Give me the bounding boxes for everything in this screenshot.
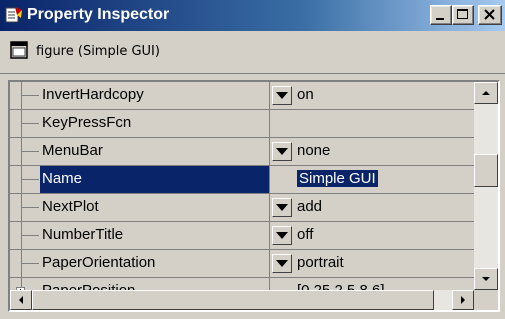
property-value-cell[interactable]: add (272, 194, 474, 221)
property-name: MenuBar (42, 142, 103, 159)
arrow-down-icon (482, 277, 490, 281)
scroll-right-button[interactable] (452, 290, 474, 310)
property-name-cell[interactable]: NextPlot (40, 194, 270, 221)
tree-connector (10, 194, 40, 222)
dropdown-button[interactable] (272, 86, 292, 105)
property-name: KeyPressFcn (42, 114, 132, 131)
property-row-paper-position[interactable]: PaperPosition [0.25 2.5 8 6] (10, 278, 474, 290)
close-button[interactable] (478, 5, 502, 25)
arrow-left-icon (19, 296, 23, 304)
dropdown-button[interactable] (272, 198, 292, 217)
horizontal-scrollbar[interactable] (10, 290, 474, 310)
property-value-input[interactable]: Simple GUI (297, 170, 378, 187)
tree-connector (10, 250, 40, 278)
property-value-cell[interactable]: [0.25 2.5 8 6] (272, 278, 474, 290)
horizontal-scroll-thumb[interactable] (32, 290, 434, 310)
property-value-cell[interactable]: off (272, 222, 474, 249)
property-value-cell[interactable]: on (272, 82, 474, 109)
property-value: add (297, 198, 323, 215)
property-name: Name (42, 170, 83, 187)
tree-connector (10, 138, 40, 166)
figure-window-icon (10, 41, 28, 59)
property-value-cell[interactable] (272, 110, 474, 137)
property-name-cell[interactable]: PaperPosition (40, 278, 270, 290)
tree-connector (10, 110, 40, 138)
property-row-paper-orientation[interactable]: PaperOrientation portrait (10, 250, 474, 278)
property-row-key-press-fcn[interactable]: KeyPressFcn (10, 110, 474, 138)
dropdown-button[interactable] (272, 226, 292, 245)
tree-connector (10, 278, 40, 290)
scrollbar-corner (474, 290, 498, 310)
property-name-cell[interactable]: NumberTitle (40, 222, 270, 249)
arrow-right-icon (461, 296, 465, 304)
property-row-menu-bar[interactable]: MenuBar none (10, 138, 474, 166)
property-name-cell[interactable]: Name (40, 166, 270, 193)
scroll-up-button[interactable] (474, 82, 498, 104)
maximize-icon (457, 9, 468, 19)
minimize-icon (436, 18, 444, 20)
tree-connector (10, 166, 40, 194)
property-name: NextPlot (42, 198, 99, 215)
dropdown-button[interactable] (272, 142, 292, 161)
maximize-button[interactable] (452, 5, 474, 25)
chevron-down-icon (276, 148, 288, 155)
scroll-down-button[interactable] (474, 268, 498, 290)
title-bar[interactable]: Property Inspector (0, 0, 505, 31)
chevron-down-icon (276, 260, 288, 267)
object-header: figure (Simple GUI) (0, 31, 505, 74)
property-value: [0.25 2.5 8 6] (297, 282, 385, 290)
dropdown-button[interactable] (272, 254, 292, 273)
arrow-up-icon (482, 91, 490, 95)
window-title: Property Inspector (27, 6, 170, 23)
minimize-button[interactable] (430, 5, 452, 25)
chevron-down-icon (276, 232, 288, 239)
property-name: NumberTitle (42, 226, 124, 243)
property-value-cell[interactable]: none (272, 138, 474, 165)
vertical-scrollbar[interactable] (474, 82, 498, 290)
tree-connector (10, 82, 40, 110)
property-name-cell[interactable]: InvertHardcopy (40, 82, 270, 109)
scroll-left-button[interactable] (10, 290, 32, 310)
property-row-number-title[interactable]: NumberTitle off (10, 222, 474, 250)
property-list[interactable]: InvertHardcopy on KeyPressFcn MenuBar no… (8, 80, 500, 312)
tree-connector (10, 222, 40, 250)
object-label: figure (Simple GUI) (36, 44, 160, 59)
property-row-name[interactable]: Name Simple GUI (10, 166, 474, 194)
property-name-cell[interactable]: MenuBar (40, 138, 270, 165)
property-name: InvertHardcopy (42, 86, 144, 103)
property-inspector-icon (5, 7, 22, 23)
property-value: off (297, 226, 314, 243)
property-value: none (297, 142, 331, 159)
property-value: portrait (297, 254, 344, 271)
property-value-cell[interactable]: Simple GUI (272, 166, 474, 193)
property-value: on (297, 86, 314, 103)
property-row-invert-hardcopy[interactable]: InvertHardcopy on (10, 82, 474, 110)
chevron-down-icon (276, 92, 288, 99)
vertical-scroll-thumb[interactable] (474, 154, 498, 187)
property-inspector-window: Property Inspector figure (Simple GUI) I… (0, 0, 505, 319)
property-name-cell[interactable]: KeyPressFcn (40, 110, 270, 137)
property-row-next-plot[interactable]: NextPlot add (10, 194, 474, 222)
property-value-cell[interactable]: portrait (272, 250, 474, 277)
property-rows: InvertHardcopy on KeyPressFcn MenuBar no… (10, 82, 474, 290)
property-name: PaperOrientation (42, 254, 156, 271)
property-name-cell[interactable]: PaperOrientation (40, 250, 270, 277)
property-name: PaperPosition (42, 282, 135, 290)
chevron-down-icon (276, 204, 288, 211)
close-icon (484, 9, 495, 20)
